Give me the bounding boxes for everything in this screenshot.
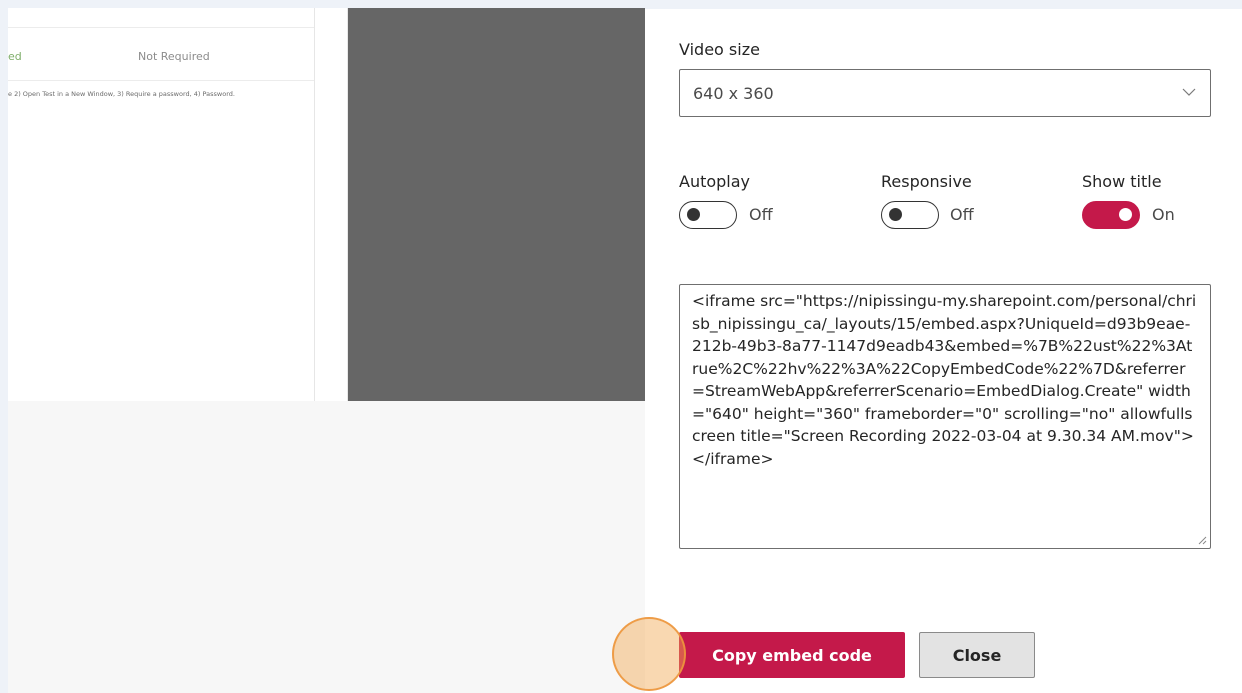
background-steps-text: e 2) Open Test in a New Window, 3) Requi… [8, 90, 235, 98]
responsive-toggle[interactable] [881, 201, 939, 229]
embed-dialog: Video size 640 x 360 Autoplay Off Respon… [645, 0, 1242, 693]
background-lower-area [8, 401, 658, 693]
background-card: ed Not Required e 2) Open Test in a New … [8, 8, 348, 401]
divider [8, 80, 314, 81]
dialog-top-strip [645, 0, 1242, 9]
autoplay-label: Autoplay [679, 172, 751, 191]
background-password-status: Not Required [138, 50, 210, 63]
video-size-value: 640 x 360 [693, 84, 774, 103]
toggle-knob [687, 208, 700, 221]
close-button[interactable]: Close [919, 632, 1035, 678]
show-title-state: On [1152, 205, 1175, 224]
background-status-text: ed [8, 50, 22, 63]
chevron-down-icon [1182, 88, 1196, 96]
video-size-label: Video size [679, 40, 760, 59]
show-title-label: Show title [1082, 172, 1162, 191]
embed-code-textarea[interactable]: <iframe src="https://nipissingu-my.share… [679, 284, 1211, 549]
video-size-dropdown[interactable]: 640 x 360 [679, 69, 1211, 117]
background-video-area [348, 8, 658, 401]
autoplay-state: Off [749, 205, 773, 224]
show-title-toggle[interactable] [1082, 201, 1140, 229]
autoplay-toggle[interactable] [679, 201, 737, 229]
copy-embed-code-button[interactable]: Copy embed code [679, 632, 905, 678]
toggle-knob [1119, 208, 1132, 221]
responsive-label: Responsive [881, 172, 972, 191]
resize-grip-icon[interactable] [1198, 536, 1207, 545]
responsive-state: Off [950, 205, 974, 224]
embed-code-text: <iframe src="https://nipissingu-my.share… [692, 292, 1197, 468]
divider [314, 8, 315, 401]
toggle-knob [889, 208, 902, 221]
divider [8, 27, 314, 28]
